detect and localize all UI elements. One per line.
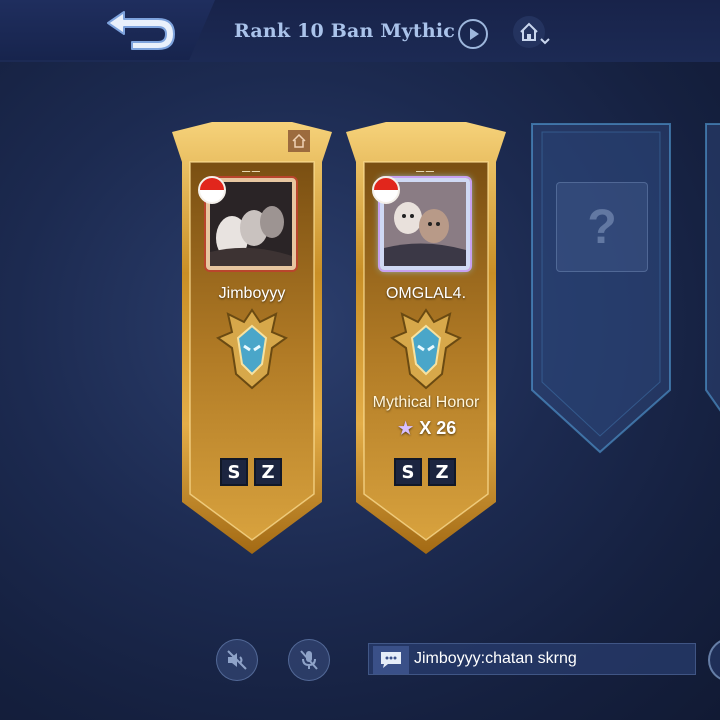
- player-card-2[interactable]: __ OMGLAL4. Mythical Honor ★ X 26 S Z: [346, 122, 506, 556]
- unknown-player-icon: ?: [556, 182, 648, 272]
- chat-icon: [373, 646, 409, 674]
- star-icon: ★: [398, 419, 414, 438]
- player-name: Jimboyyy: [218, 285, 286, 302]
- skill-badge: S: [394, 458, 422, 486]
- speaker-mute-button[interactable]: [216, 639, 258, 681]
- star-count: ★ X 26: [398, 418, 456, 439]
- badge-row: S Z: [394, 458, 458, 486]
- chat-bar[interactable]: Jimboyyy:chatan skrng: [368, 643, 696, 675]
- settings-button[interactable]: [708, 638, 720, 682]
- back-arrow-icon: [107, 11, 175, 50]
- skill-badge: S: [220, 458, 248, 486]
- home-icon: [288, 130, 310, 152]
- player-title-dash: __: [416, 156, 436, 172]
- speaker-muted-icon: [227, 650, 247, 670]
- empty-banner: [531, 123, 671, 454]
- star-count-value: X 26: [419, 418, 457, 438]
- badge-row: S Z: [220, 458, 284, 486]
- play-button[interactable]: [458, 19, 488, 49]
- home-dropdown-icon: [513, 16, 550, 48]
- player-title-dash: __: [242, 156, 262, 172]
- microphone-mute-button[interactable]: [288, 639, 330, 681]
- play-icon: [470, 28, 479, 40]
- mythic-rank-emblem-icon: [216, 308, 288, 390]
- skill-badge: Z: [254, 458, 282, 486]
- home-button[interactable]: [511, 15, 551, 51]
- empty-banner: [705, 123, 720, 412]
- back-button[interactable]: [98, 8, 180, 54]
- skill-badge: Z: [428, 458, 456, 486]
- empty-player-slot[interactable]: ?: [528, 120, 674, 461]
- empty-player-slot[interactable]: [702, 120, 720, 461]
- microphone-muted-icon: [300, 650, 318, 670]
- last-chat-message: Jimboyyy:chatan skrng: [414, 650, 577, 667]
- mythic-rank-emblem-icon: [390, 308, 462, 390]
- page-title: Rank 10 Ban Mythic: [234, 20, 456, 42]
- player-name: OMGLAL4.: [385, 285, 467, 302]
- indonesia-flag-icon: [198, 176, 226, 204]
- indonesia-flag-icon: [372, 176, 400, 204]
- top-bar: Rank 10 Ban Mythic: [0, 0, 720, 62]
- rank-name: Mythical Honor: [372, 394, 480, 411]
- player-card-1[interactable]: __ Jimboyyy S Z: [172, 122, 332, 556]
